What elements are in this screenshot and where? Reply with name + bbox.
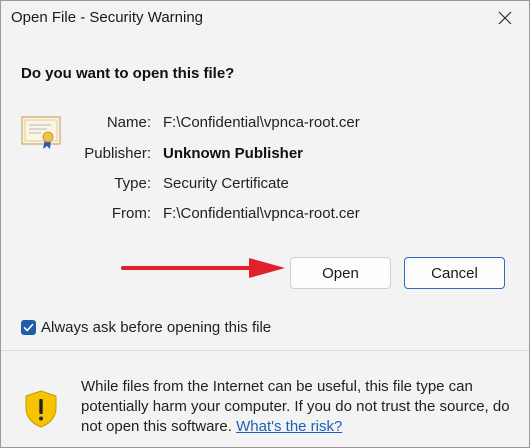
close-button[interactable]: [485, 3, 525, 33]
from-value: F:\Confidential\vpnca-root.cer: [163, 205, 360, 222]
publisher-value: Unknown Publisher: [163, 145, 304, 162]
dialog-body: Do you want to open this file? Name: F:\…: [1, 35, 529, 350]
from-label: From:: [111, 205, 151, 222]
window-title: Open File - Security Warning: [11, 9, 204, 26]
cancel-button[interactable]: Cancel: [404, 257, 505, 289]
warning-message: While files from the Internet can be use…: [81, 377, 511, 437]
question-heading: Do you want to open this file?: [21, 65, 235, 82]
always-ask-label[interactable]: Always ask before opening this file: [41, 319, 271, 336]
checkmark-icon: [23, 323, 34, 332]
name-value: F:\Confidential\vpnca-root.cer: [163, 114, 360, 131]
security-warning-dialog: Open File - Security Warning Do you want…: [0, 0, 530, 448]
shield-warning-icon: [25, 390, 57, 428]
type-label: Type:: [114, 175, 151, 192]
red-arrow: [121, 258, 285, 278]
warning-footer: While files from the Internet can be use…: [1, 351, 529, 447]
type-value: Security Certificate: [163, 175, 289, 192]
always-ask-checkbox[interactable]: [21, 320, 36, 335]
whats-the-risk-link[interactable]: What's the risk?: [236, 418, 342, 435]
close-icon: [498, 11, 512, 25]
publisher-label: Publisher:: [84, 145, 151, 162]
name-label: Name:: [106, 114, 151, 131]
open-button[interactable]: Open: [290, 257, 391, 289]
title-bar: Open File - Security Warning: [1, 1, 529, 35]
